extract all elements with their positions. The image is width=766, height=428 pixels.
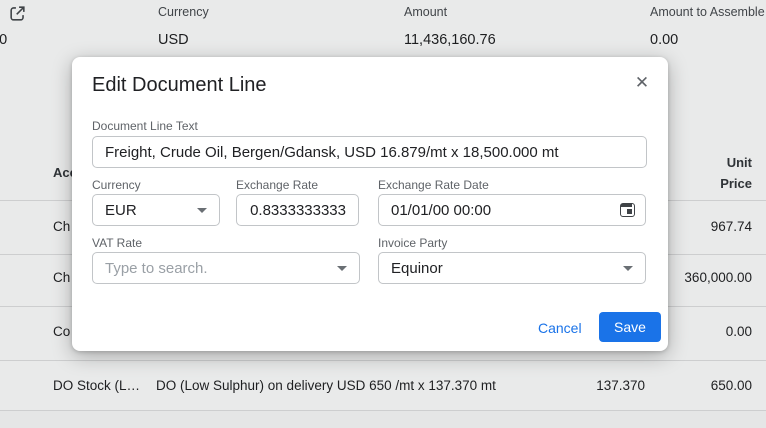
exchange-rate-label: Exchange Rate [236, 178, 318, 192]
unit-price-header-line2: Price [720, 176, 752, 191]
grid-row-account: Co [53, 324, 72, 339]
currency-select[interactable] [92, 194, 220, 226]
close-icon[interactable]: ✕ [628, 69, 656, 97]
exchange-rate-input[interactable] [236, 194, 359, 226]
exchange-rate-date-input[interactable] [378, 194, 646, 226]
grid-row-account: Ch [53, 219, 72, 234]
invoice-party-select[interactable] [378, 252, 646, 284]
grid-row-unit-price: 0.00 [726, 324, 752, 339]
invoice-party-label: Invoice Party [378, 236, 447, 250]
grid-row-unit-price: 967.74 [711, 219, 752, 234]
column-header-currency: Currency [158, 5, 209, 19]
document-line-text-label: Document Line Text [92, 119, 198, 133]
grid-row-unit-price: 360,000.00 [684, 270, 752, 285]
vat-rate-combobox[interactable] [92, 252, 360, 284]
row-amount-to-assemble-value: 0.00 [650, 32, 678, 48]
grid-row-quantity: 137.370 [596, 378, 645, 393]
grid-header-account: Acc [53, 165, 72, 180]
grid-row-line-text: DO (Low Sulphur) on delivery USD 650 /mt… [156, 378, 496, 393]
grid-row-account: Ch [53, 270, 72, 285]
document-line-text-input[interactable] [92, 136, 647, 168]
grid-header-unit-price: Unit Price [720, 152, 752, 194]
unit-price-header-line1: Unit [727, 155, 752, 170]
open-in-new-icon[interactable] [8, 4, 27, 23]
row-clipped-number: 00 [0, 32, 7, 48]
row-currency-value: USD [158, 32, 189, 48]
row-amount-value: 11,436,160.76 [404, 32, 496, 48]
column-header-amount: Amount [404, 5, 447, 19]
cancel-button[interactable]: Cancel [524, 313, 596, 343]
grid-row-account: DO Stock (L… [53, 378, 140, 393]
vat-rate-label: VAT Rate [92, 236, 142, 250]
calendar-icon[interactable] [620, 203, 636, 218]
dialog-title: Edit Document Line [92, 74, 267, 97]
row-divider [0, 360, 766, 361]
grid-row-unit-price: 650.00 [711, 378, 752, 393]
save-button[interactable]: Save [599, 312, 661, 342]
edit-document-line-dialog: Edit Document Line ✕ Document Line Text … [72, 57, 668, 351]
table-footer-band [0, 411, 766, 428]
column-header-amount-to-assemble: Amount to Assemble [650, 5, 765, 19]
currency-label: Currency [92, 178, 141, 192]
exchange-rate-date-label: Exchange Rate Date [378, 178, 489, 192]
